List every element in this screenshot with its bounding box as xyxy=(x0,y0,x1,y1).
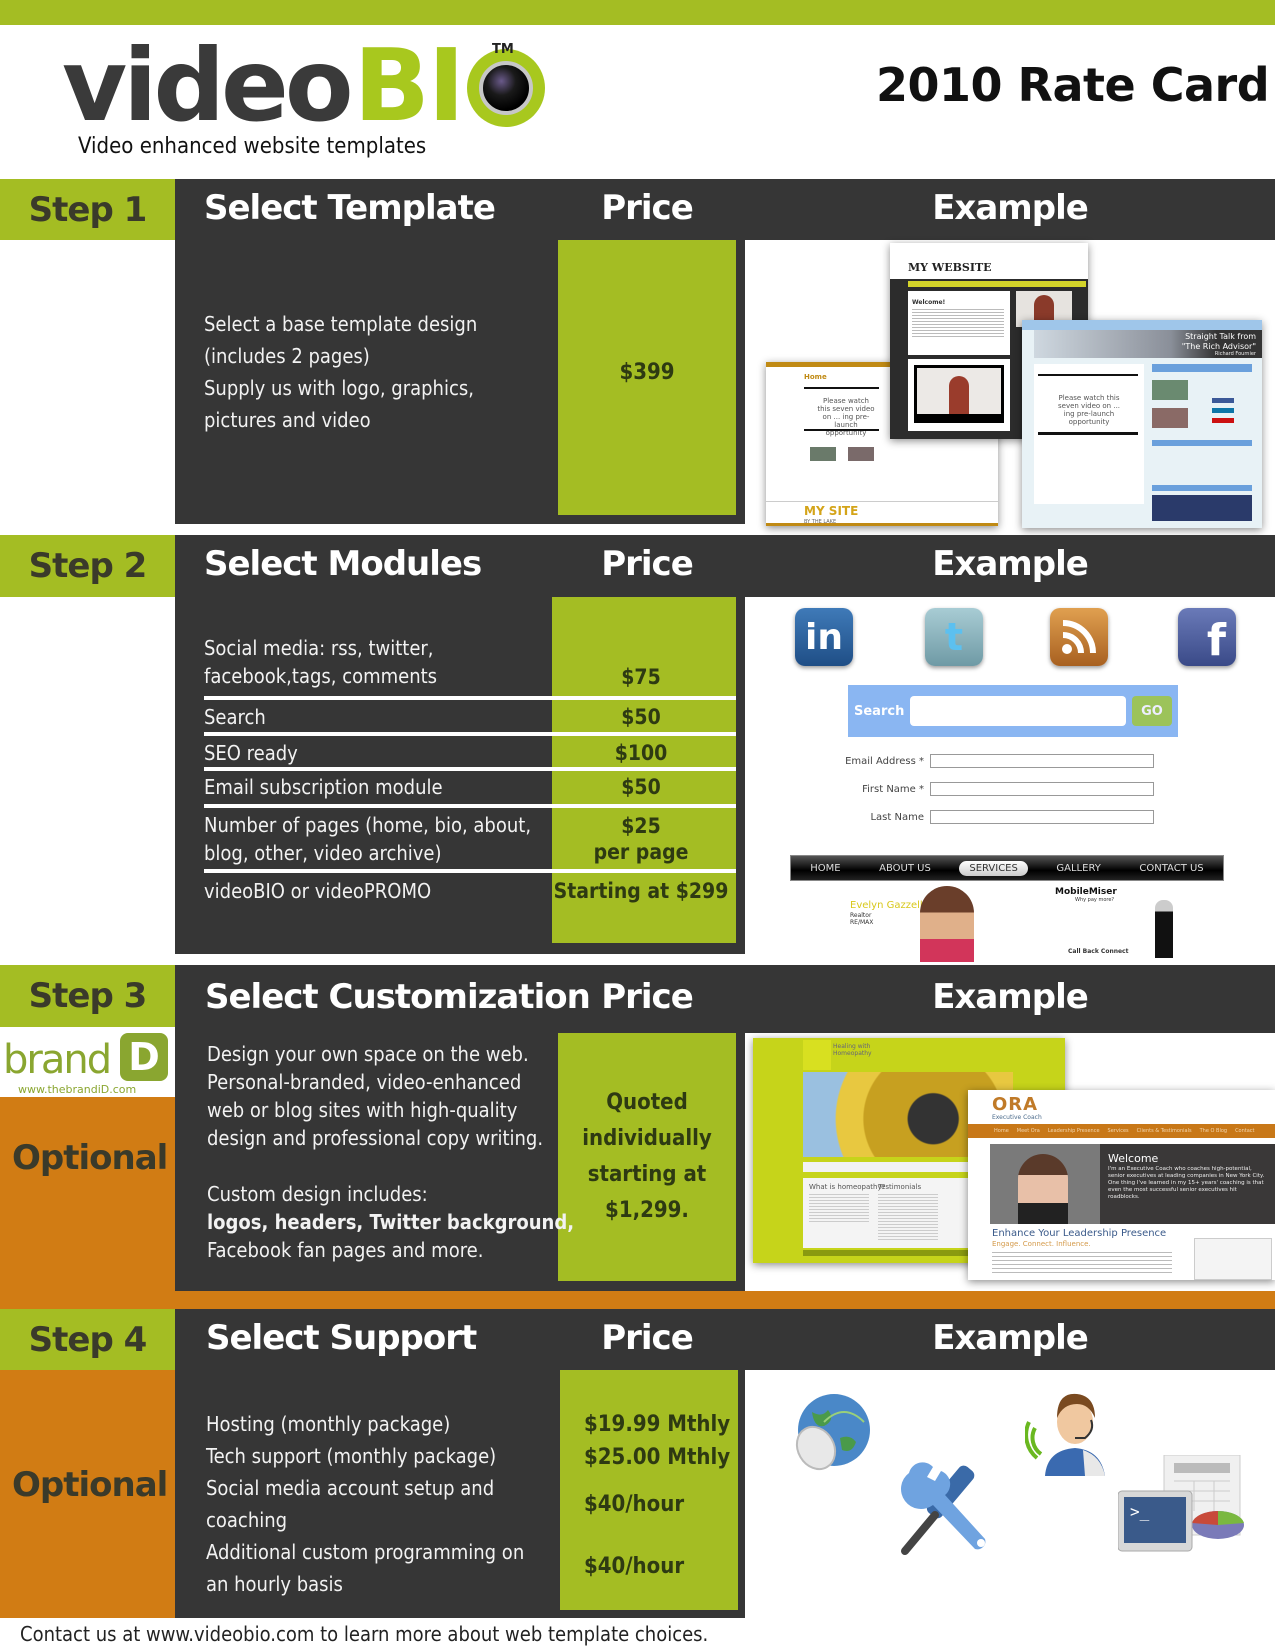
module-row-search: Search $50 xyxy=(204,705,661,729)
page-title: 2010 Rate Card xyxy=(876,58,1270,112)
example-nav-bar: HOME ABOUT US SERVICES GALLERY CONTACT U… xyxy=(790,855,1224,881)
twitter-icon: t xyxy=(925,608,983,666)
example-search-widget: Search GO xyxy=(848,685,1178,737)
banner-realtor-name: Evelyn Gazzella xyxy=(850,900,929,911)
step4-optional-label: Optional xyxy=(12,1465,168,1505)
globe-mouse-icon xyxy=(790,1392,872,1474)
facebook-icon: f xyxy=(1178,608,1236,666)
example-site-ora-coach: ORA Executive Coach Home Meet Ora Leader… xyxy=(968,1090,1275,1280)
step1-price: $399 xyxy=(619,360,675,385)
step3-label: Step 3 xyxy=(0,965,175,1027)
homeopathy-logo xyxy=(803,1040,831,1070)
example-form-email: Email Address * xyxy=(820,754,1160,768)
wrench-screwdriver-icon xyxy=(895,1455,1000,1565)
example-form-first-name: First Name * xyxy=(820,782,1160,796)
example-site-rich-advisor: Straight Talk from "The Rich Advisor" Ri… xyxy=(1022,320,1262,528)
module-row-seo: SEO ready $100 xyxy=(204,741,668,765)
step2-price-heading: Price xyxy=(601,544,694,584)
banner-mobilemiser: MobileMiser xyxy=(1055,887,1117,897)
step3-optional-label: Optional xyxy=(12,1138,168,1178)
step4-prices: $19.99 Mthly $25.00 Mthly $40/hour $40/h… xyxy=(584,1412,731,1579)
mobilemiser-figure xyxy=(1155,900,1173,958)
camera-lens-icon xyxy=(467,49,546,127)
logo-text-video: video xyxy=(62,27,354,144)
example-go-button: GO xyxy=(1132,696,1172,726)
brandid-logo: brand D www.thebrandiD.com xyxy=(0,1027,175,1097)
videobio-logo: video BI xyxy=(62,27,546,144)
step4-title: Select Support xyxy=(206,1318,477,1358)
my-site-logo: MY SITE xyxy=(804,504,859,518)
example-form-last-name: Last Name xyxy=(820,810,1160,824)
module-separator xyxy=(204,804,736,808)
step3-title: Select Customization xyxy=(205,977,591,1017)
step3-description: Design your own space on the web. Person… xyxy=(207,1042,575,1262)
module-separator xyxy=(204,869,736,873)
module-row-social: Social media: rss, twitter, facebook,tags… xyxy=(204,636,661,689)
step4-price-heading: Price xyxy=(601,1318,694,1358)
ora-logo: ORA xyxy=(992,1094,1039,1115)
step1-description: Select a base template design (includes … xyxy=(204,312,478,432)
step2-label: Step 2 xyxy=(0,535,175,597)
step4-label: Step 4 xyxy=(0,1309,175,1370)
module-row-pages: Number of pages (home, bio, about, blog, … xyxy=(204,813,689,865)
step1-title: Select Template xyxy=(204,188,496,228)
step1-price-heading: Price xyxy=(601,188,694,228)
logo-text-bi: BI xyxy=(353,27,465,144)
step3-example-heading: Example xyxy=(932,977,1089,1017)
step4-description: Hosting (monthly package) Tech support (… xyxy=(206,1412,525,1596)
step3-optional-block xyxy=(0,1097,175,1309)
step3-price-heading: Price xyxy=(601,977,694,1017)
svg-text:>_: >_ xyxy=(1130,1502,1150,1521)
tagline: Video enhanced website templates xyxy=(78,134,427,159)
realtor-photo xyxy=(920,886,974,962)
linkedin-icon: in xyxy=(795,608,853,666)
headset-support-icon xyxy=(1024,1388,1110,1478)
top-accent-bar xyxy=(0,0,1275,25)
module-row-videobio: videoBIO or videoPROMO Starting at $299 xyxy=(204,879,729,903)
step1-example-heading: Example xyxy=(932,188,1089,228)
step2-title: Select Modules xyxy=(204,544,482,584)
trademark-mark: TM xyxy=(492,42,514,57)
module-row-email: Email subscription module $50 xyxy=(204,775,661,799)
terminal-chart-icon: >_ xyxy=(1117,1454,1248,1565)
footer-contact: Contact us at www.videobio.com to learn … xyxy=(20,1622,709,1646)
step1-label: Step 1 xyxy=(0,179,175,240)
brandid-mark-icon: D xyxy=(120,1033,168,1081)
step2-example-heading: Example xyxy=(932,544,1089,584)
rss-icon xyxy=(1050,608,1108,666)
step3-price: Quoted individually starting at $1,299. xyxy=(582,1090,712,1223)
step4-example-heading: Example xyxy=(932,1318,1089,1358)
step3-bottom-band xyxy=(175,1291,1275,1309)
example-search-input xyxy=(910,696,1126,726)
